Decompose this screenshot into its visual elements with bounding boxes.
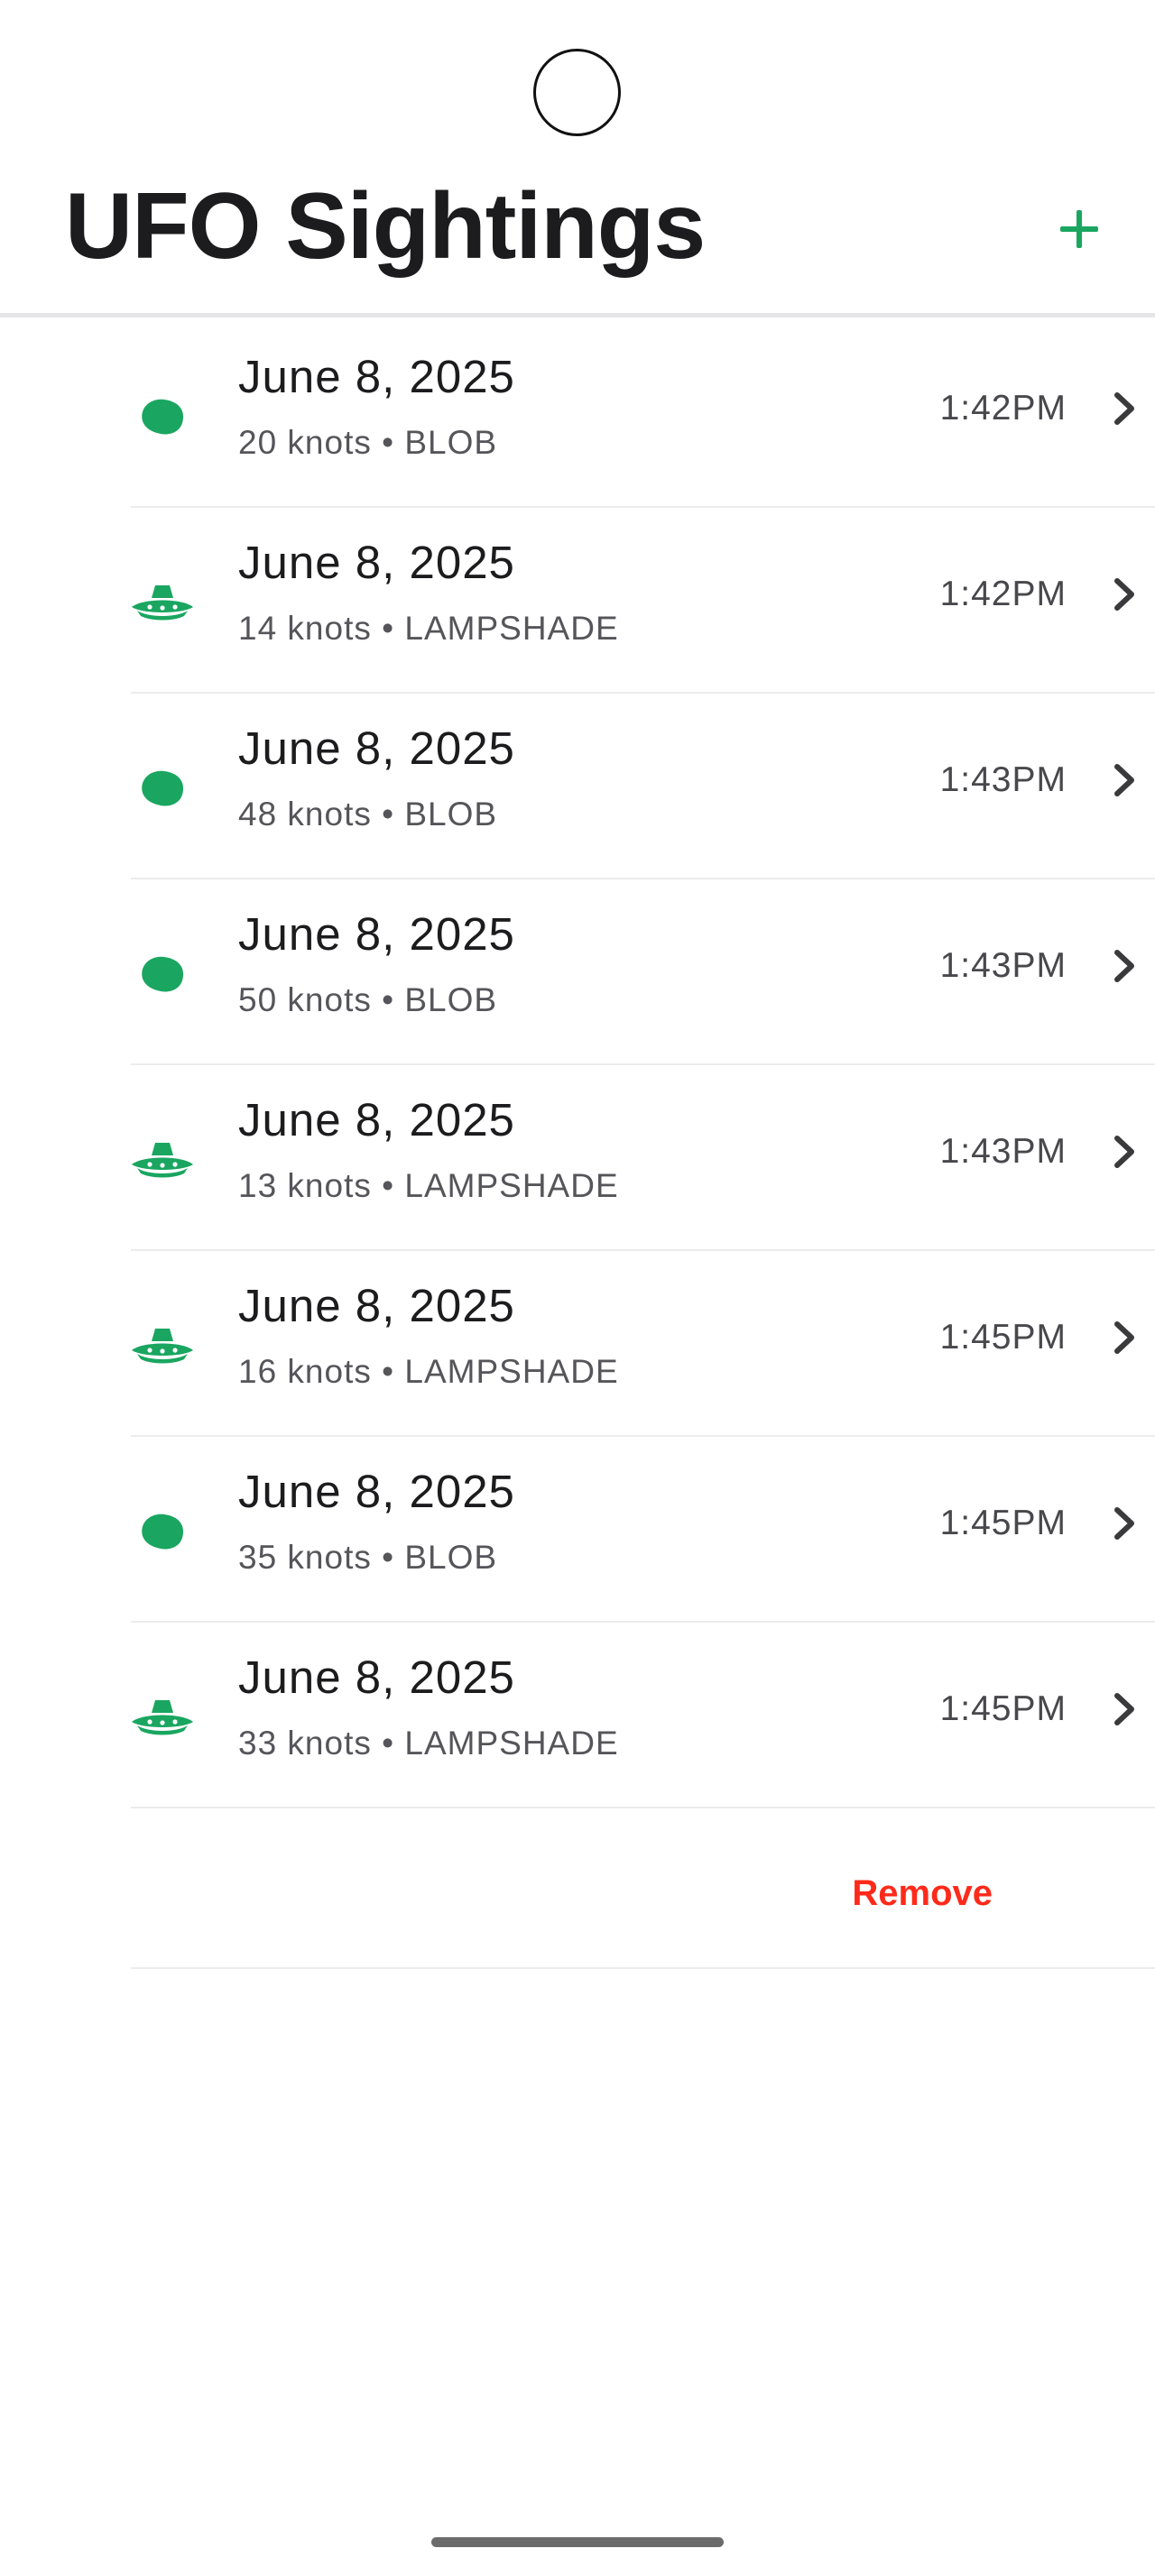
sighting-row[interactable]: June 8, 2025 14 knots • LAMPSHADE 1:42PM xyxy=(0,508,1155,694)
chevron-right-icon xyxy=(1106,1134,1142,1170)
sighting-time: 1:43PM xyxy=(939,1132,1067,1171)
chevron-right-icon xyxy=(1106,1691,1142,1727)
sighting-date: June 8, 2025 xyxy=(238,722,515,774)
lampshade-ufo-icon xyxy=(130,571,195,630)
chevron-right-icon xyxy=(1106,762,1142,798)
sighting-date: June 8, 2025 xyxy=(238,1466,515,1517)
sighting-row[interactable]: June 8, 2025 48 knots • BLOB 1:43PM xyxy=(0,694,1155,879)
sighting-time: 1:45PM xyxy=(939,1318,1067,1357)
sighting-time: 1:43PM xyxy=(939,760,1067,799)
sighting-time: 1:45PM xyxy=(939,1504,1067,1542)
sighting-time: 1:42PM xyxy=(939,389,1067,428)
app-screen: UFO Sightings June 8, 2025 20 knots • BL… xyxy=(0,0,1155,2576)
sightings-list: June 8, 2025 20 knots • BLOB 1:42PM June… xyxy=(0,322,1155,1969)
chevron-right-icon xyxy=(1106,948,1142,984)
blob-ufo-icon xyxy=(130,385,195,445)
sighting-row[interactable]: June 8, 2025 20 knots • BLOB 1:42PM xyxy=(0,322,1155,508)
remove-row: Remove xyxy=(0,1808,1155,1969)
page-title: UFO Sightings xyxy=(65,174,706,279)
sighting-date: June 8, 2025 xyxy=(238,1280,515,1331)
sighting-date: June 8, 2025 xyxy=(238,351,515,402)
chevron-right-icon xyxy=(1106,391,1142,427)
lampshade-ufo-icon xyxy=(130,1686,195,1745)
lampshade-ufo-icon xyxy=(130,1128,195,1188)
navigation-header: UFO Sightings xyxy=(0,0,1155,317)
sighting-detail: 13 knots • LAMPSHADE xyxy=(238,1167,619,1204)
add-sighting-button[interactable] xyxy=(1047,197,1112,262)
sighting-date: June 8, 2025 xyxy=(238,1651,515,1703)
blob-ufo-icon xyxy=(130,757,195,816)
sighting-detail: 48 knots • BLOB xyxy=(238,796,498,833)
home-indicator[interactable] xyxy=(431,2537,724,2547)
sighting-detail: 14 knots • LAMPSHADE xyxy=(238,610,619,647)
sighting-time: 1:42PM xyxy=(939,575,1067,613)
sighting-detail: 50 knots • BLOB xyxy=(238,981,498,1018)
blob-ufo-icon xyxy=(130,1500,195,1559)
sighting-detail: 35 knots • BLOB xyxy=(238,1539,498,1576)
sighting-row[interactable]: June 8, 2025 50 knots • BLOB 1:43PM xyxy=(0,879,1155,1065)
sighting-row[interactable]: June 8, 2025 16 knots • LAMPSHADE 1:45PM xyxy=(0,1251,1155,1437)
sighting-date: June 8, 2025 xyxy=(238,537,515,588)
sighting-row[interactable]: June 8, 2025 13 knots • LAMPSHADE 1:43PM xyxy=(0,1065,1155,1251)
sighting-detail: 16 knots • LAMPSHADE xyxy=(238,1353,619,1390)
sighting-row[interactable]: June 8, 2025 33 knots • LAMPSHADE 1:45PM xyxy=(0,1623,1155,1808)
lampshade-ufo-icon xyxy=(130,1314,195,1374)
chevron-right-icon xyxy=(1106,1505,1142,1541)
sighting-time: 1:43PM xyxy=(939,946,1067,985)
plus-icon xyxy=(1060,210,1098,248)
sighting-detail: 20 knots • BLOB xyxy=(238,424,498,461)
sighting-detail: 33 knots • LAMPSHADE xyxy=(238,1725,619,1762)
remove-button[interactable]: Remove xyxy=(852,1872,993,1915)
sighting-time: 1:45PM xyxy=(939,1689,1067,1728)
chevron-right-icon xyxy=(1106,1320,1142,1356)
sighting-date: June 8, 2025 xyxy=(238,1094,515,1145)
sighting-date: June 8, 2025 xyxy=(238,908,515,960)
blob-ufo-icon xyxy=(130,943,195,1002)
sighting-row[interactable]: June 8, 2025 35 knots • BLOB 1:45PM xyxy=(0,1437,1155,1623)
chevron-right-icon xyxy=(1106,576,1142,612)
